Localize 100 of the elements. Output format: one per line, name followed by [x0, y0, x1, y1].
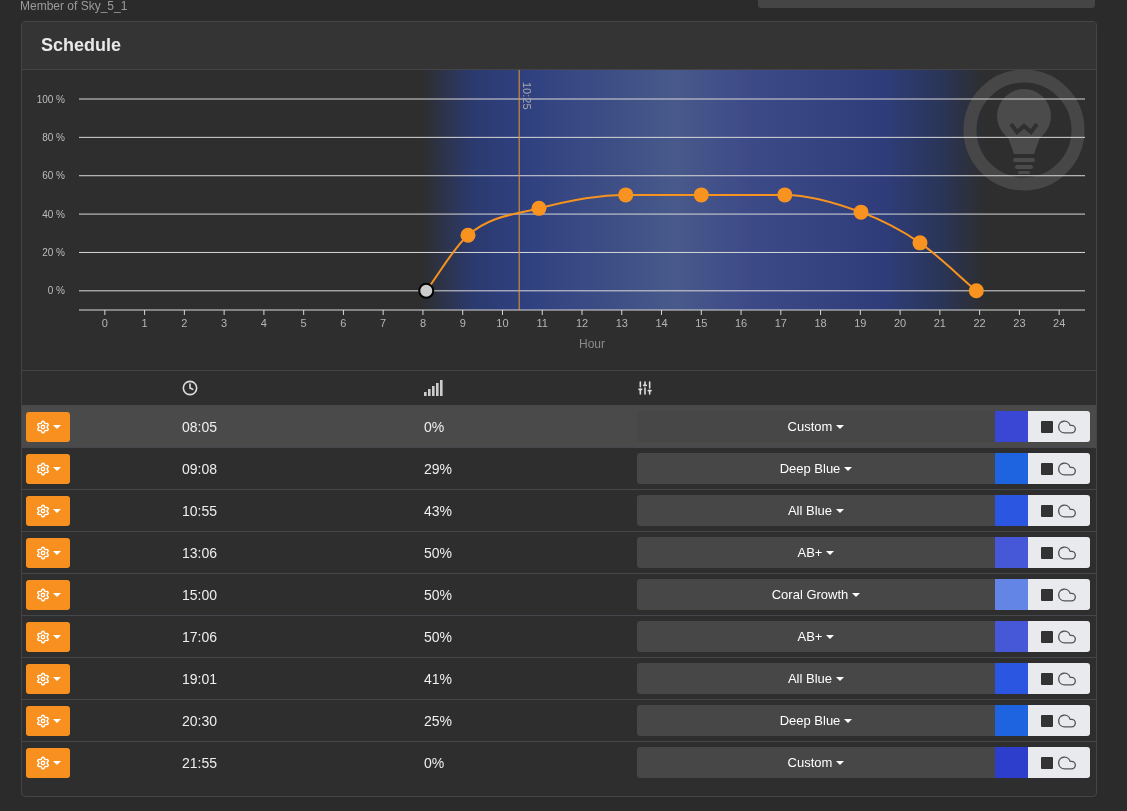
- options-button[interactable]: [1028, 495, 1090, 526]
- x-axis-label: 6: [340, 317, 347, 329]
- preset-dropdown[interactable]: Coral Growth: [637, 579, 995, 610]
- settings-icon: [35, 503, 50, 518]
- x-axis-label: 17: [774, 317, 787, 329]
- x-axis-label: 9: [459, 317, 466, 329]
- time-cell: 17:06: [182, 628, 218, 645]
- preset-dropdown[interactable]: Deep Blue: [637, 705, 995, 736]
- signal-bars-icon: [424, 380, 443, 396]
- time-cell: 10:55: [182, 502, 218, 519]
- y-axis-label: 80 %: [42, 131, 65, 143]
- schedule-row[interactable]: 08:05 0% Custom: [22, 405, 1096, 447]
- data-point[interactable]: [912, 235, 928, 251]
- x-axis-label: 24: [1053, 317, 1066, 329]
- caret-icon: [52, 592, 61, 597]
- caret-icon: [52, 760, 61, 765]
- preset-dropdown[interactable]: All Blue: [637, 663, 995, 694]
- options-button[interactable]: [1028, 663, 1090, 694]
- settings-button[interactable]: [26, 537, 70, 568]
- x-axis-label: 5: [300, 317, 307, 329]
- caret-icon: [52, 550, 61, 555]
- settings-icon: [35, 755, 50, 770]
- options-button[interactable]: [1028, 411, 1090, 442]
- schedule-row[interactable]: 17:06 50% AB+: [22, 615, 1096, 657]
- options-button[interactable]: [1028, 537, 1090, 568]
- panel-title: Schedule: [41, 35, 122, 56]
- intensity-cell: 50%: [424, 544, 453, 561]
- options-button[interactable]: [1028, 747, 1090, 778]
- x-axis-label: 18: [814, 317, 827, 329]
- caret-icon: [52, 424, 61, 429]
- options-button[interactable]: [1028, 453, 1090, 484]
- settings-button[interactable]: [26, 705, 70, 736]
- settings-button[interactable]: [26, 495, 70, 526]
- x-axis-label: 22: [973, 317, 986, 329]
- time-cell: 13:06: [182, 544, 218, 561]
- square-icon: [1041, 420, 1053, 433]
- caret-icon: [52, 508, 61, 513]
- schedule-row[interactable]: 21:55 0% Custom: [22, 741, 1096, 783]
- time-cell: 15:00: [182, 586, 218, 603]
- caret-icon: [836, 760, 845, 765]
- x-axis-label: 23: [1013, 317, 1026, 329]
- schedule-row[interactable]: 19:01 41% All Blue: [22, 657, 1096, 699]
- preset-dropdown[interactable]: AB+: [637, 537, 995, 568]
- settings-icon: [35, 629, 50, 644]
- square-icon: [1041, 672, 1053, 685]
- settings-icon: [35, 713, 50, 728]
- caret-icon: [52, 466, 61, 471]
- caret-icon: [826, 634, 835, 639]
- options-button[interactable]: [1028, 621, 1090, 652]
- settings-button[interactable]: [26, 621, 70, 652]
- options-button[interactable]: [1028, 579, 1090, 610]
- preset-dropdown[interactable]: Custom: [637, 747, 995, 778]
- intensity-cell: 0%: [424, 754, 445, 771]
- settings-button[interactable]: [26, 663, 70, 694]
- schedule-row[interactable]: 10:55 43% All Blue: [22, 489, 1096, 531]
- clock-icon: [182, 380, 198, 396]
- time-marker-label: 10:25: [521, 82, 534, 110]
- x-axis-label: 19: [854, 317, 867, 329]
- y-axis-label: 20 %: [42, 246, 65, 258]
- data-point[interactable]: [418, 282, 435, 299]
- preset-dropdown[interactable]: AB+: [637, 621, 995, 652]
- square-icon: [1041, 756, 1053, 769]
- time-cell: 21:55: [182, 754, 218, 771]
- caret-icon: [826, 550, 835, 555]
- settings-button[interactable]: [26, 411, 70, 442]
- settings-icon: [35, 461, 50, 476]
- options-button[interactable]: [1028, 705, 1090, 736]
- settings-button[interactable]: [26, 579, 70, 610]
- schedule-row[interactable]: 15:00 50% Coral Growth: [22, 573, 1096, 615]
- square-icon: [1041, 588, 1053, 601]
- settings-button[interactable]: [26, 453, 70, 484]
- x-axis-label: 20: [894, 317, 907, 329]
- caret-icon: [52, 718, 61, 723]
- x-axis-label: 10: [496, 317, 509, 329]
- schedule-row[interactable]: 09:08 29% Deep Blue: [22, 447, 1096, 489]
- x-axis-label: 7: [380, 317, 387, 329]
- x-axis-label: 11: [536, 317, 548, 329]
- schedule-row[interactable]: 13:06 50% AB+: [22, 531, 1096, 573]
- x-axis-label: 0: [101, 317, 108, 329]
- square-icon: [1041, 630, 1053, 643]
- caret-icon: [836, 508, 845, 513]
- square-icon: [1041, 714, 1053, 727]
- settings-button[interactable]: [26, 747, 70, 778]
- intensity-cell: 0%: [424, 418, 445, 435]
- x-axis-label: 12: [575, 317, 589, 329]
- caret-icon: [852, 592, 861, 597]
- caret-icon: [836, 676, 845, 681]
- schedule-row[interactable]: 20:30 25% Deep Blue: [22, 699, 1096, 741]
- data-point[interactable]: [968, 283, 984, 299]
- y-axis-label: 40 %: [42, 208, 65, 220]
- square-icon: [1041, 462, 1053, 475]
- x-axis-label: 2: [181, 317, 188, 329]
- preset-dropdown[interactable]: Deep Blue: [637, 453, 995, 484]
- sliders-icon: [637, 380, 653, 396]
- settings-icon: [35, 545, 50, 560]
- intensity-cell: 29%: [424, 460, 453, 477]
- time-cell: 19:01: [182, 670, 218, 687]
- x-axis-label: 16: [734, 317, 748, 329]
- y-axis-label: 0 %: [47, 285, 65, 297]
- preset-dropdown[interactable]: All Blue: [637, 495, 995, 526]
